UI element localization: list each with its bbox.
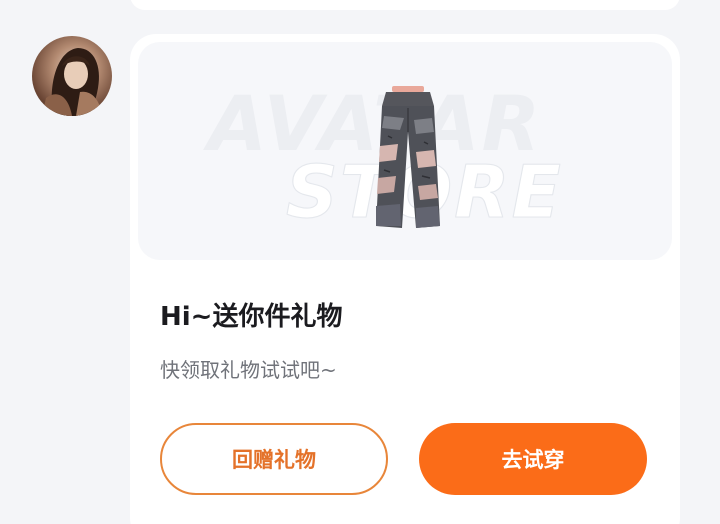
gift-message-card: AVATAR STORE Hi~送你件礼物 快领取礼物试试吧~ 回赠礼物 去试	[130, 34, 680, 524]
ripped-jeans-icon	[376, 86, 440, 228]
try-on-button[interactable]: 去试穿	[419, 423, 647, 495]
gift-title: Hi~送你件礼物	[160, 302, 343, 332]
gift-item-banner[interactable]: AVATAR STORE	[138, 42, 672, 260]
return-gift-button[interactable]: 回赠礼物	[160, 423, 388, 495]
sender-avatar[interactable]	[32, 36, 112, 116]
previous-message-card	[130, 0, 680, 10]
avatar-image	[42, 48, 102, 116]
gift-subtitle: 快领取礼物试试吧~	[160, 358, 337, 382]
chat-page: AVATAR STORE Hi~送你件礼物 快领取礼物试试吧~ 回赠礼物 去试	[0, 0, 720, 524]
